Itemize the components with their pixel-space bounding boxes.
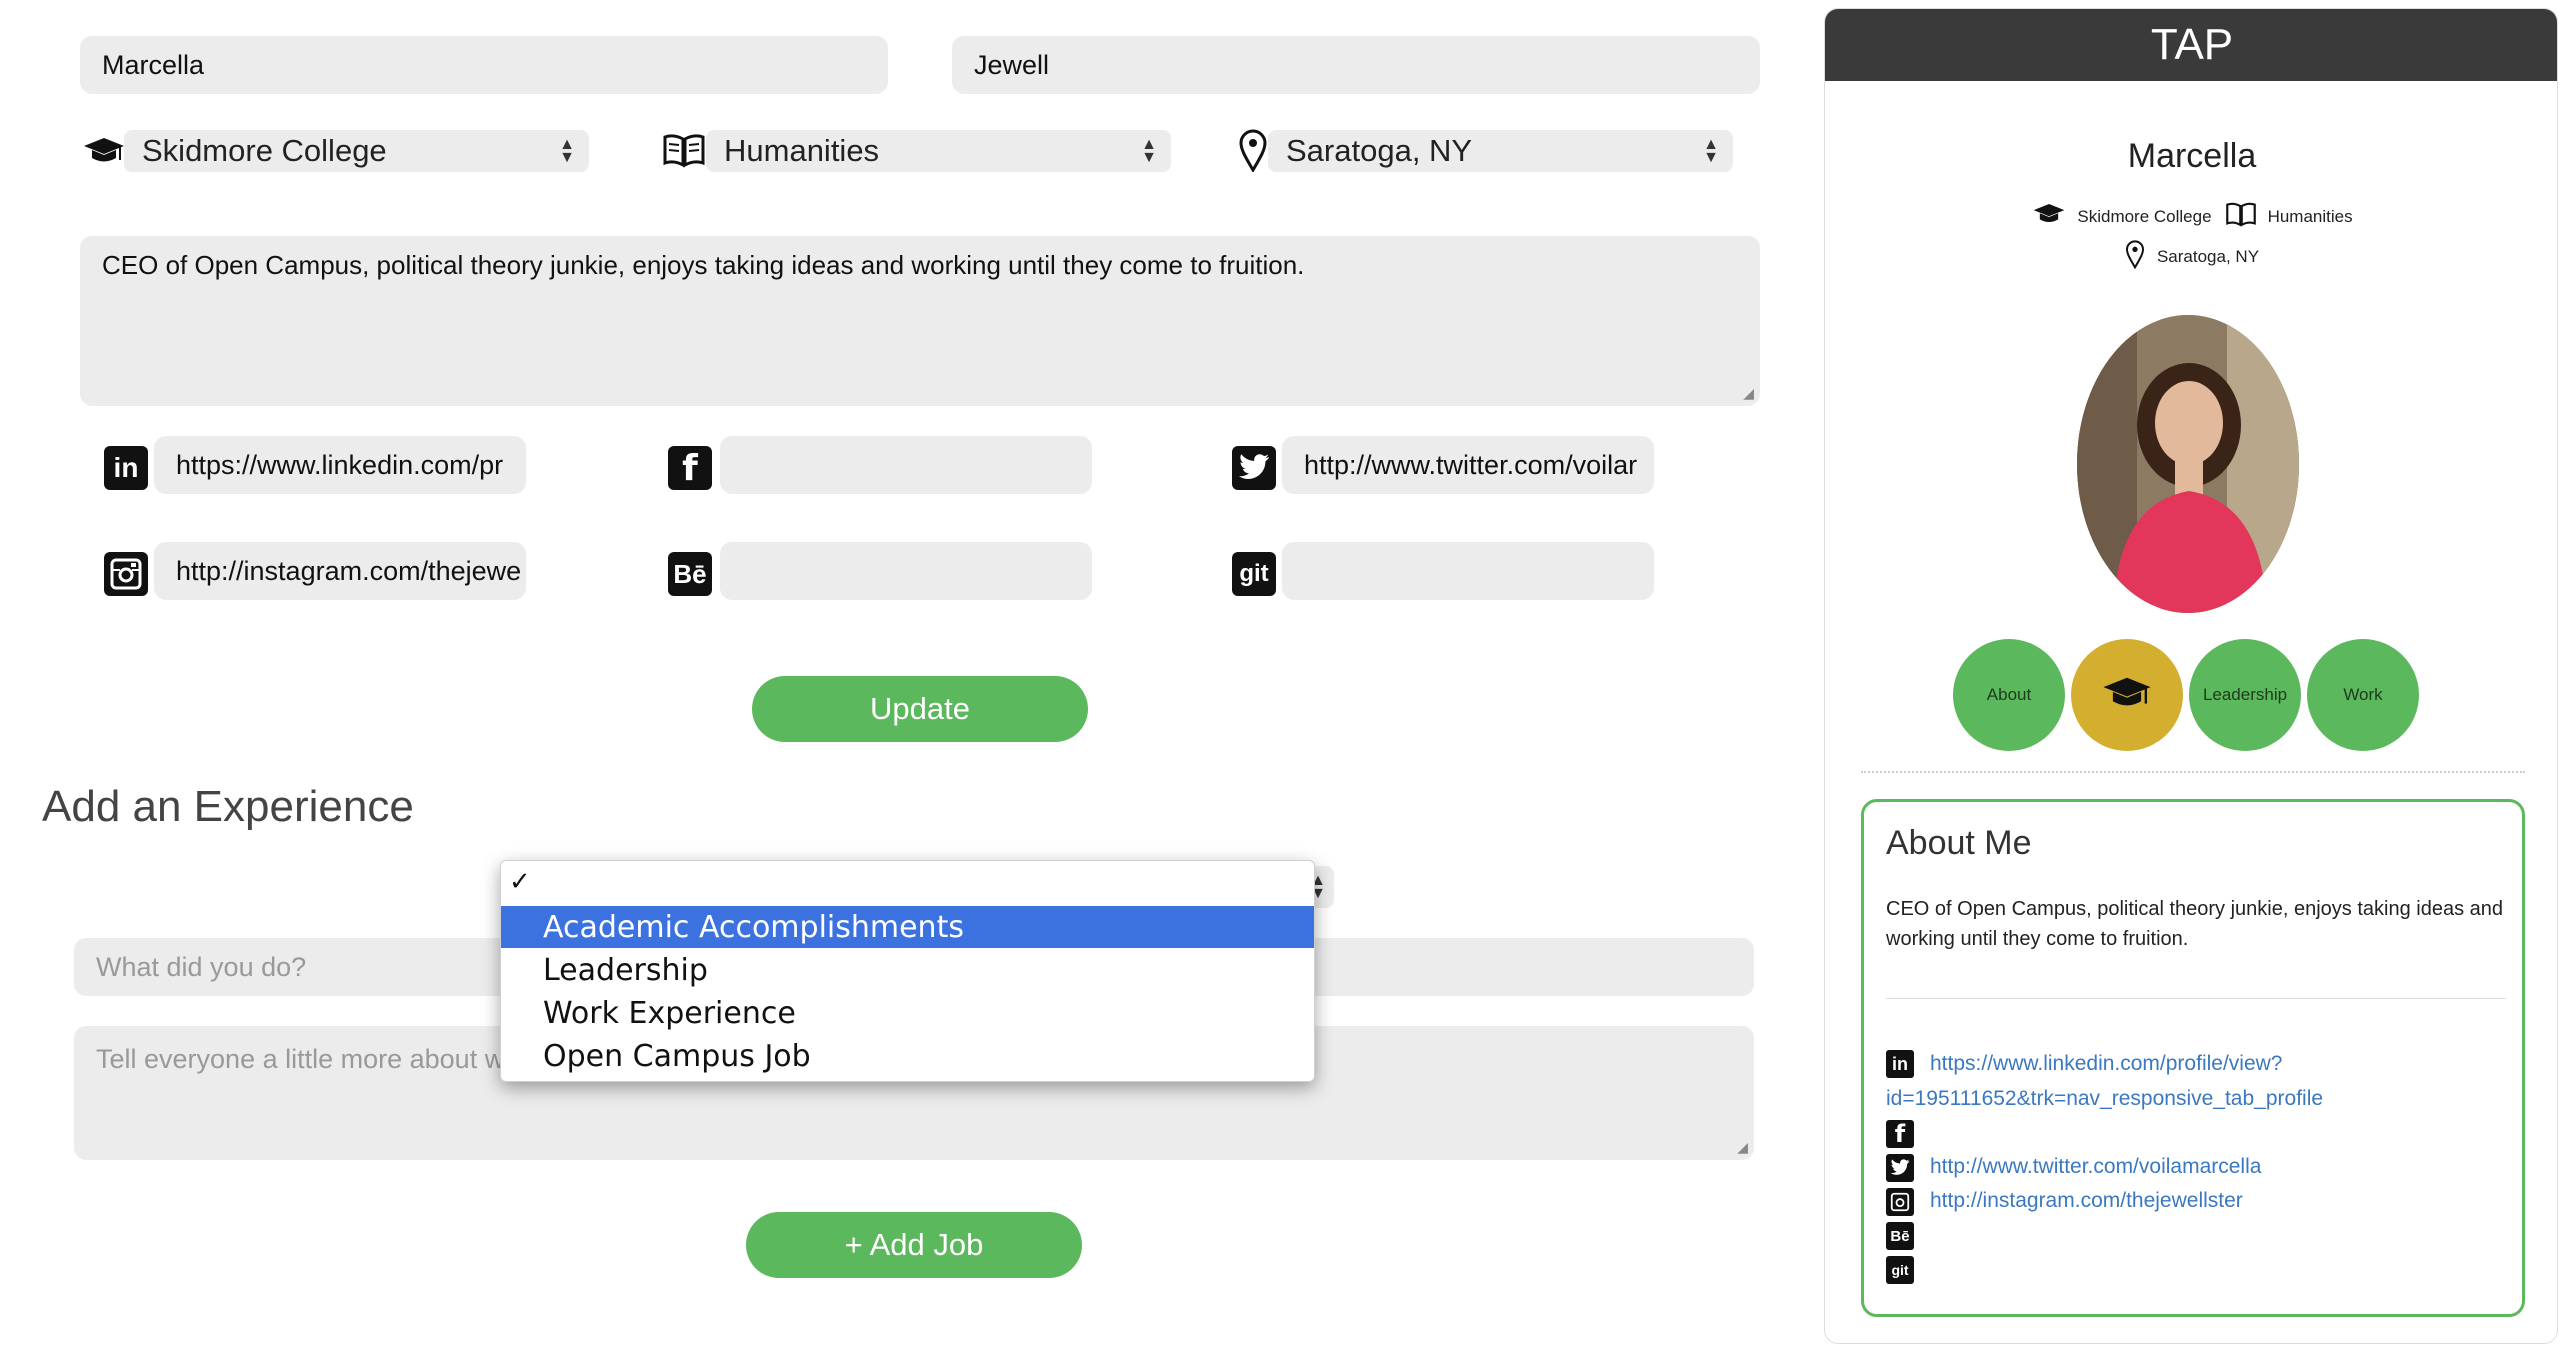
preview-header: TAP (1825, 9, 2557, 81)
github-icon: git (1886, 1256, 1914, 1284)
twitter-link[interactable]: http://www.twitter.com/voilamarcella (1930, 1155, 2261, 1179)
github-icon: git (1232, 552, 1276, 596)
preview-location: Saratoga, NY (2156, 246, 2260, 266)
bio-text: CEO of Open Campus, political theory jun… (102, 250, 1305, 280)
dropdown-option-open-campus[interactable]: Open Campus Job (501, 1035, 1314, 1077)
dropdown-option-leadership[interactable]: Leadership (501, 949, 1314, 991)
tab-academic[interactable] (2071, 639, 2183, 751)
checkmark-icon: ✓ (509, 867, 531, 897)
tab-leadership-label: Leadership (2202, 685, 2288, 704)
twitter-icon (1886, 1154, 1914, 1182)
about-divider (1886, 998, 2506, 999)
tab-leadership[interactable]: Leadership (2189, 639, 2301, 751)
behance-icon: Bē (668, 552, 712, 596)
graduation-cap-icon (82, 134, 126, 168)
preview-header-title: TAP (2150, 20, 2234, 69)
tab-work[interactable]: Work (2307, 639, 2419, 751)
graduation-cap-icon (2031, 201, 2067, 232)
what-did-you-do-placeholder: What did you do? (96, 951, 307, 982)
facebook-icon: f (1886, 1120, 1914, 1148)
open-book-icon (2224, 201, 2258, 232)
experience-details-placeholder: Tell everyone a little more about w (96, 1044, 505, 1074)
resize-handle-icon[interactable]: ◢ (1737, 1139, 1748, 1156)
linkedin-icon: in (104, 446, 148, 490)
about-me-title: About Me (1886, 824, 2032, 862)
major-select[interactable]: Humanities ▲ ▼ (706, 130, 1171, 172)
resize-handle-icon[interactable]: ◢ (1743, 385, 1754, 402)
preview-major: Humanities (2267, 206, 2353, 226)
facebook-icon: f (668, 446, 712, 490)
preview-name: Marcella (2127, 137, 2257, 175)
first-name-input[interactable]: Marcella (80, 36, 888, 94)
linkedin-link[interactable]: https://www.linkedin.com/profile/view? (1930, 1052, 2282, 1076)
select-arrows-icon: ▲ ▼ (559, 136, 575, 166)
college-select-value: Skidmore College (142, 133, 387, 168)
select-arrows-icon: ▲ ▼ (1141, 136, 1157, 166)
college-select[interactable]: Skidmore College ▲ ▼ (124, 130, 589, 172)
experience-type-dropdown[interactable]: ✓ Academic Accomplishments Leadership Wo… (500, 860, 1315, 1082)
dropdown-option-work[interactable]: Work Experience (501, 992, 1314, 1034)
bio-textarea[interactable]: CEO of Open Campus, political theory jun… (80, 236, 1760, 406)
profile-preview-panel: TAP Marcella Skidmore College Humanities… (1824, 8, 2558, 1344)
dropdown-option-academic[interactable]: Academic Accomplishments (501, 906, 1314, 948)
instagram-input[interactable]: http://instagram.com/thejewe (154, 542, 526, 600)
behance-icon: Bē (1886, 1222, 1914, 1250)
open-book-icon (662, 132, 706, 168)
preview-college: Skidmore College (2077, 206, 2212, 226)
linkedin-link-continued[interactable]: id=195111652&trk=nav_responsive_tab_prof… (1886, 1087, 2323, 1111)
profile-photo (2077, 315, 2299, 613)
twitter-icon (1232, 446, 1276, 490)
location-select[interactable]: Saratoga, NY ▲ ▼ (1268, 130, 1733, 172)
about-me-text: CEO of Open Campus, political theory jun… (1886, 898, 2504, 950)
tab-about-label: About (1986, 685, 2032, 704)
major-select-value: Humanities (724, 133, 880, 168)
about-me-card: About Me CEO of Open Campus, political t… (1861, 799, 2525, 1317)
twitter-input[interactable]: http://www.twitter.com/voilar (1282, 436, 1654, 494)
linkedin-input[interactable]: https://www.linkedin.com/pr (154, 436, 526, 494)
github-input[interactable] (1282, 542, 1654, 600)
map-pin-icon (1238, 128, 1268, 173)
graduation-cap-icon (2099, 673, 2155, 718)
add-job-button[interactable]: + Add Job (746, 1212, 1082, 1278)
behance-input[interactable] (720, 542, 1092, 600)
preview-location-row: Saratoga, NY (1825, 239, 2557, 274)
location-select-value: Saratoga, NY (1286, 133, 1473, 168)
instagram-icon (104, 552, 148, 596)
linkedin-icon: in (1886, 1050, 1914, 1078)
add-experience-heading: Add an Experience (42, 782, 414, 831)
facebook-input[interactable] (720, 436, 1092, 494)
select-arrows-icon: ▲ ▼ (1703, 136, 1719, 166)
tab-work-label: Work (2343, 685, 2383, 704)
instagram-link[interactable]: http://instagram.com/thejewellster (1930, 1189, 2243, 1213)
divider (1861, 771, 2525, 773)
map-pin-icon (2125, 239, 2145, 274)
instagram-icon (1886, 1188, 1914, 1216)
update-button[interactable]: Update (752, 676, 1088, 742)
last-name-input[interactable]: Jewell (952, 36, 1760, 94)
tab-about[interactable]: About (1953, 639, 2065, 751)
preview-meta-row: Skidmore College Humanities (1825, 201, 2557, 232)
